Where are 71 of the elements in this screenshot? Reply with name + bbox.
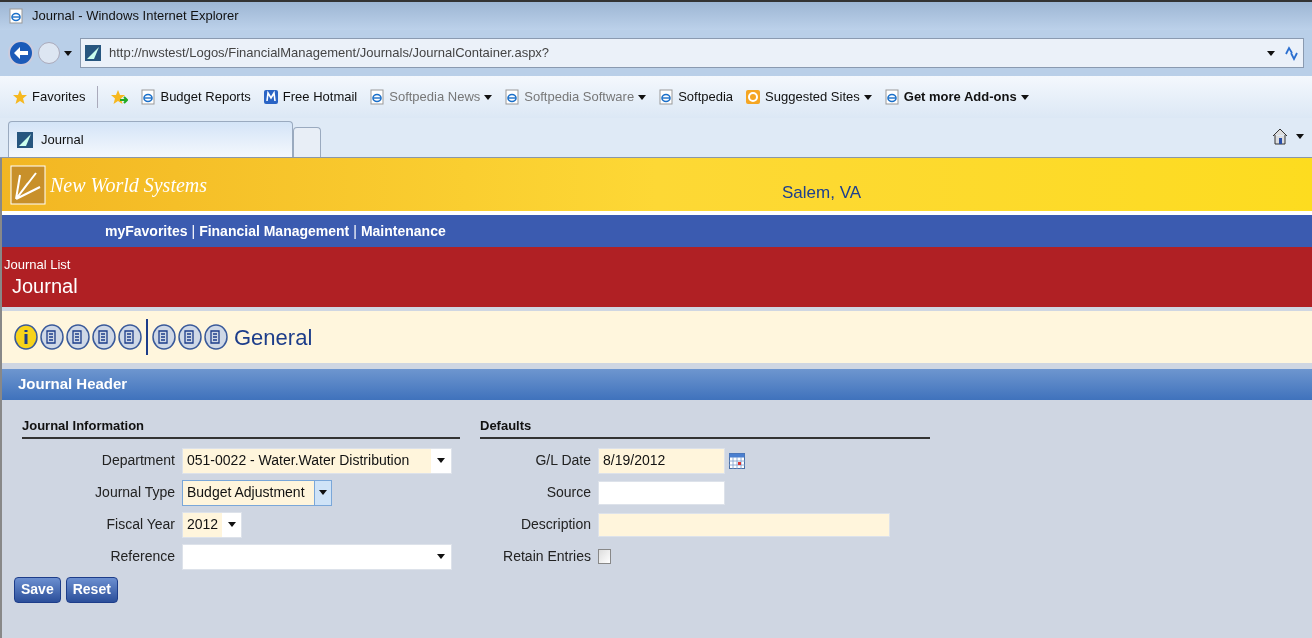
form-button[interactable]: Reset bbox=[65, 576, 118, 603]
nav-link[interactable]: Maintenance bbox=[360, 220, 446, 242]
field-label: Journal Type bbox=[94, 483, 175, 502]
field-label: Reference bbox=[109, 547, 175, 566]
dropdown-caret-icon bbox=[484, 94, 493, 100]
favorites-link[interactable]: Softpedia bbox=[658, 87, 734, 107]
field-label: Retain Entries bbox=[502, 547, 591, 566]
favorites-link[interactable]: Budget Reports bbox=[140, 87, 251, 107]
back-button[interactable] bbox=[8, 40, 34, 66]
nav-link[interactable]: Financial Management bbox=[199, 220, 350, 242]
field-label: Source bbox=[545, 483, 591, 502]
favorites-button[interactable]: Favorites bbox=[12, 87, 86, 107]
favorites-link[interactable]: Suggested Sites bbox=[745, 87, 872, 107]
browser-icon bbox=[8, 8, 24, 24]
site-icon bbox=[17, 131, 33, 148]
group-heading: Defaults bbox=[480, 416, 930, 439]
section-header: Journal Header bbox=[2, 369, 1312, 400]
date-field[interactable]: 8/19/2012 bbox=[598, 447, 725, 474]
nav-separator: | bbox=[191, 221, 196, 241]
form-button[interactable]: Save bbox=[14, 576, 61, 603]
logo-text: New World Systems bbox=[50, 172, 208, 199]
favorites-link[interactable]: Get more Add-ons bbox=[883, 87, 1029, 107]
field-label: Fiscal Year bbox=[105, 515, 175, 534]
dropdown-field[interactable]: 2012 bbox=[182, 511, 242, 538]
browser-icon bbox=[369, 89, 386, 105]
browser-icon bbox=[504, 89, 521, 105]
browser-tab[interactable]: Journal bbox=[8, 121, 293, 157]
star-icon bbox=[12, 89, 28, 105]
text-field[interactable] bbox=[598, 480, 725, 505]
text-field[interactable] bbox=[598, 512, 890, 537]
browser-icon bbox=[658, 89, 675, 105]
dropdown-caret-icon bbox=[863, 94, 872, 100]
dropdown-field[interactable]: Budget Adjustment bbox=[182, 479, 332, 506]
field-label: Description bbox=[519, 515, 591, 534]
favorites-link[interactable]: Softpedia Software bbox=[504, 87, 647, 107]
dropdown-field[interactable] bbox=[182, 543, 452, 570]
address-field[interactable]: http://nwstest/Logos/FinancialManagement/Journals/JournalContainer.aspx? bbox=[80, 38, 1304, 68]
calendar-icon[interactable] bbox=[729, 452, 745, 469]
dropdown-caret-icon bbox=[1020, 94, 1029, 100]
add-favorite-icon[interactable] bbox=[110, 89, 129, 105]
dropdown-caret-icon bbox=[437, 554, 445, 559]
sunburst-logo-icon bbox=[10, 164, 46, 205]
history-caret-icon bbox=[64, 50, 72, 56]
left-arrow-icon bbox=[14, 47, 28, 59]
browser-icon bbox=[883, 89, 900, 105]
group-heading: Journal Information bbox=[22, 416, 460, 439]
favorites-link[interactable]: Free Hotmail bbox=[262, 87, 358, 107]
site-icon bbox=[85, 45, 101, 61]
mail-service-icon bbox=[262, 89, 279, 105]
address-caret-icon bbox=[1267, 50, 1275, 56]
dropdown-caret-icon bbox=[227, 522, 236, 527]
dropdown-caret-icon bbox=[638, 94, 647, 100]
home-icon[interactable] bbox=[1272, 127, 1288, 145]
dropdown-caret-icon bbox=[437, 458, 445, 463]
breadcrumb-link[interactable]: Journal List bbox=[2, 254, 1312, 275]
favorites-link[interactable]: Softpedia News bbox=[369, 87, 493, 107]
window-title: Journal - Windows Internet Explorer bbox=[32, 7, 239, 26]
field-label: Department bbox=[100, 451, 175, 470]
dropdown-field[interactable]: 051-0022 - Water.Water Distribution bbox=[182, 447, 452, 474]
suggested-sites-icon bbox=[745, 89, 762, 105]
home-caret-icon bbox=[1296, 133, 1304, 139]
field-label: G/L Date bbox=[534, 451, 591, 470]
info-icon[interactable] bbox=[14, 324, 38, 350]
location-text: Salem, VA bbox=[782, 181, 862, 204]
dropdown-caret-icon bbox=[319, 490, 327, 495]
page-title: Journal bbox=[11, 274, 79, 300]
checkbox[interactable] bbox=[598, 549, 611, 564]
nav-separator: | bbox=[353, 221, 357, 241]
browser-icon bbox=[140, 89, 157, 105]
nav-link[interactable]: myFavorites bbox=[105, 220, 188, 242]
toolbar-title: General bbox=[234, 323, 313, 352]
